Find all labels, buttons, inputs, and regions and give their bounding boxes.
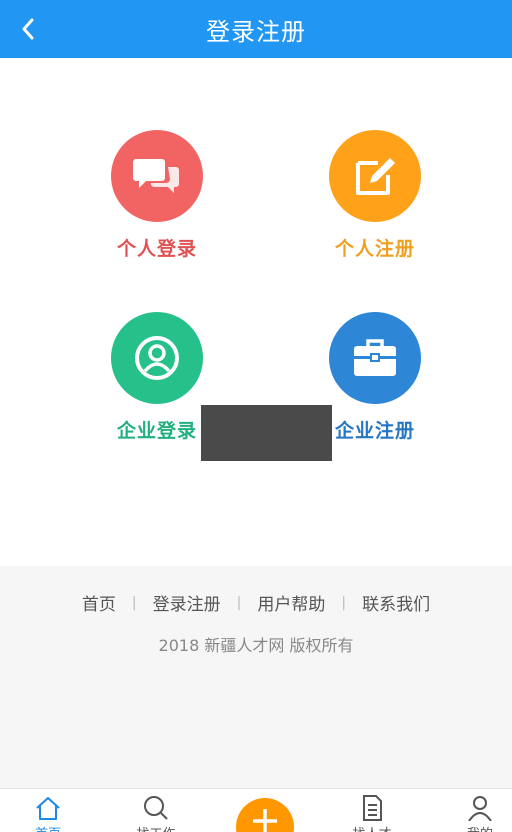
tab-find-job[interactable]: 找工作 [116, 795, 196, 832]
search-icon [144, 796, 168, 820]
redaction-block [201, 405, 332, 461]
home-icon [36, 797, 60, 820]
tab-find-job-label: 找工作 [116, 823, 196, 832]
footer-links: 首页 | 登录注册 | 用户帮助 | 联系我们 [0, 590, 512, 616]
copyright-text: 2018 新疆人才网 版权所有 [158, 636, 354, 655]
bottom-tab-bar: 首页 找工作 找人才 我的 [0, 788, 512, 832]
company-register-circle [329, 312, 421, 404]
personal-login-circle [111, 130, 203, 222]
personal-login-button[interactable]: 个人登录 [87, 130, 227, 261]
back-button[interactable] [18, 14, 38, 44]
footer-separator: | [131, 594, 137, 611]
footer: 首页 | 登录注册 | 用户帮助 | 联系我们 2018 新疆人才网 版权所有 [0, 566, 512, 788]
edit-icon [356, 158, 395, 195]
tab-me[interactable]: 我的 [440, 795, 512, 832]
footer-separator: | [236, 594, 242, 611]
plus-icon [253, 809, 277, 832]
user-icon [468, 796, 492, 821]
document-icon [363, 795, 382, 821]
personal-register-circle [329, 130, 421, 222]
tab-find-talent-label: 找人才 [332, 823, 412, 832]
top-bar: 登录注册 [0, 0, 512, 58]
footer-link-home[interactable]: 首页 [82, 590, 116, 615]
post-button[interactable] [236, 798, 294, 832]
footer-link-contact[interactable]: 联系我们 [362, 590, 430, 615]
company-login-circle [111, 312, 203, 404]
tab-find-talent[interactable]: 找人才 [332, 795, 412, 832]
page-title: 登录注册 [206, 17, 306, 46]
user-circle-icon [135, 336, 179, 380]
chat-bubbles-icon [133, 159, 179, 193]
personal-login-label: 个人登录 [116, 238, 197, 260]
tab-me-label: 我的 [440, 823, 512, 832]
personal-register-button[interactable]: 个人注册 [305, 130, 445, 261]
tab-home[interactable]: 首页 [8, 795, 88, 832]
chevron-left-icon [22, 18, 34, 40]
footer-separator: | [341, 594, 347, 611]
briefcase-icon [354, 339, 396, 376]
footer-link-help[interactable]: 用户帮助 [257, 590, 325, 615]
footer-link-login-register[interactable]: 登录注册 [153, 590, 221, 615]
tab-home-label: 首页 [8, 823, 88, 832]
personal-register-label: 个人注册 [334, 238, 415, 260]
